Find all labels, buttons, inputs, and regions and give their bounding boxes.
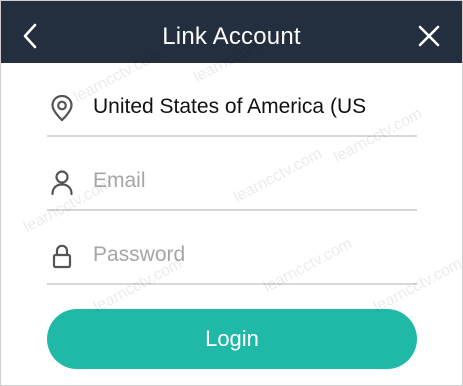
login-button[interactable]: Login [47,309,417,369]
password-field-row [47,235,417,285]
header-bar: Link Account [1,1,462,63]
email-field[interactable] [93,161,417,201]
email-field-row [47,161,417,211]
location-pin-icon [47,93,77,123]
page-title: Link Account [162,23,301,50]
password-field[interactable] [93,235,417,275]
close-icon [418,25,440,52]
link-account-screen: Link Account United States of America (U… [0,0,463,386]
country-selector[interactable]: United States of America (US [47,87,417,137]
country-value: United States of America (US [93,95,367,118]
lock-icon [47,241,77,271]
close-button[interactable] [414,23,444,53]
user-icon [47,167,77,197]
